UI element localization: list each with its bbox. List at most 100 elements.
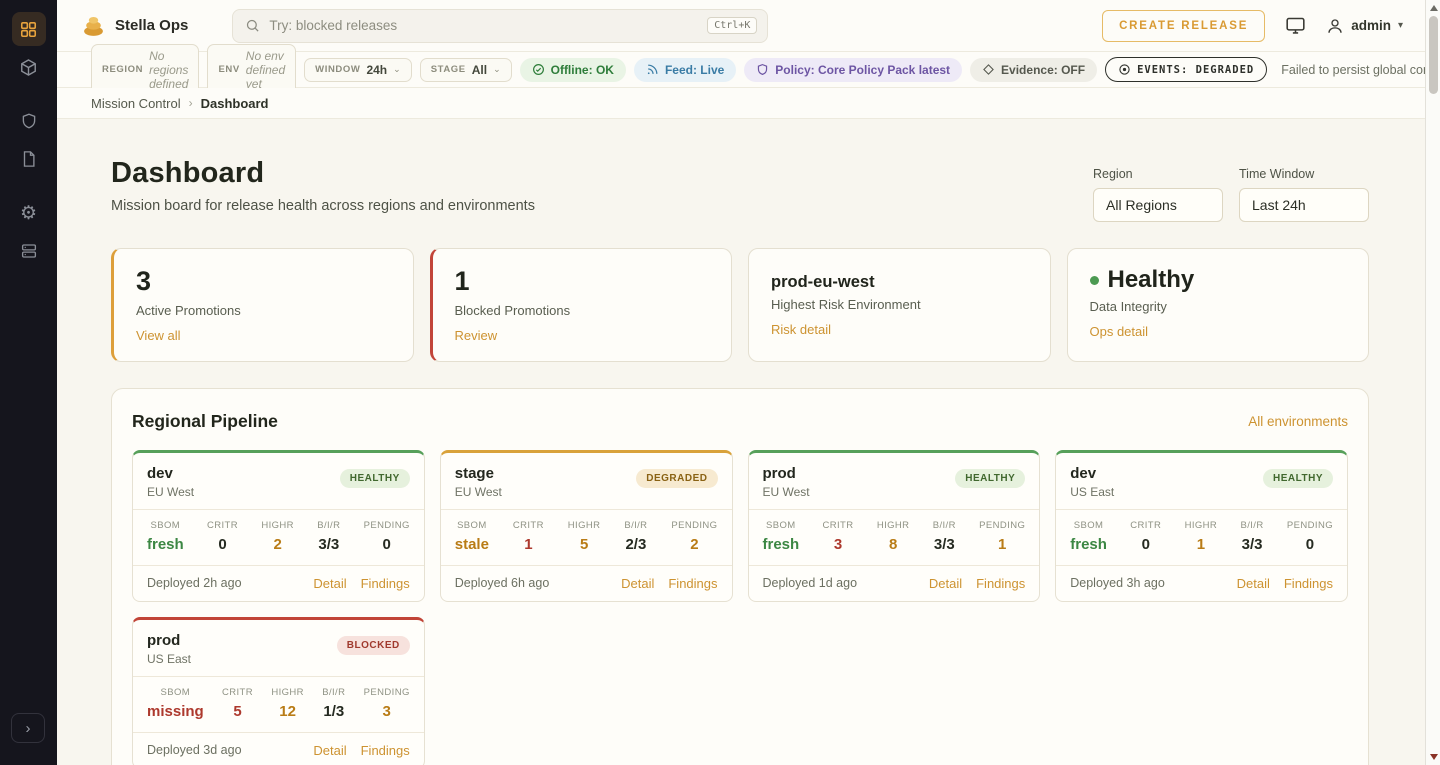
detail-link[interactable]: Detail (929, 576, 962, 591)
summary-label: Highest Risk Environment (771, 297, 1028, 312)
risk-detail-link[interactable]: Risk detail (771, 322, 831, 337)
shield-icon (20, 112, 38, 130)
all-environments-link[interactable]: All environments (1248, 414, 1348, 429)
events-status-chip[interactable]: EVENTS: DEGRADED (1105, 57, 1267, 82)
sidebar-item-infrastructure[interactable] (12, 234, 46, 268)
chevron-down-icon: ▾ (1398, 20, 1403, 31)
env-chip-label: ENV (218, 64, 239, 75)
sidebar-expand-button[interactable]: › (11, 713, 45, 743)
env-card-dev-eu-west: dev EU West HEALTHY SBOMfresh CRITR0 HIG… (132, 450, 425, 602)
detail-link[interactable]: Detail (313, 743, 346, 758)
metric-value-bir: 3/3 (1242, 536, 1263, 553)
chevron-right-icon: › (26, 720, 31, 737)
metric-label: HIGHR (271, 687, 304, 698)
summary-label: Active Promotions (136, 303, 391, 318)
time-window-select[interactable]: Last 24h (1239, 188, 1369, 222)
deployed-ago: Deployed 3d ago (147, 743, 242, 757)
findings-link[interactable]: Findings (976, 576, 1025, 591)
metric-label: PENDING (979, 520, 1025, 531)
scroll-up-arrow-icon[interactable] (1430, 5, 1438, 11)
metric-value-highr: 2 (273, 536, 281, 553)
document-icon (20, 150, 38, 168)
deployed-ago: Deployed 6h ago (455, 576, 550, 590)
sidebar-item-dashboard[interactable] (12, 12, 46, 46)
ops-detail-link[interactable]: Ops detail (1090, 324, 1149, 339)
view-all-link[interactable]: View all (136, 328, 181, 343)
review-link[interactable]: Review (455, 328, 498, 343)
sidebar-item-releases[interactable] (12, 50, 46, 84)
summary-value: prod-eu-west (771, 267, 1028, 291)
context-warning-text: Failed to persist global context prefere… (1281, 63, 1440, 77)
sidebar-item-security[interactable] (12, 104, 46, 138)
summary-value: 3 (136, 267, 391, 297)
breadcrumb-current: Dashboard (201, 96, 269, 111)
metric-value-critr: 0 (1142, 536, 1150, 553)
sidebar-item-settings[interactable]: ⚙ (12, 196, 46, 230)
env-card-prod-us-east: prod US East BLOCKED SBOMmissing CRITR5 … (132, 617, 425, 765)
evidence-status-chip[interactable]: Evidence: OFF (970, 58, 1097, 82)
scroll-down-arrow-icon[interactable] (1430, 754, 1438, 760)
scrollbar[interactable] (1425, 0, 1440, 765)
hive-logo-icon (81, 13, 106, 38)
stage-filter-chip[interactable]: STAGE All ⌄ (420, 58, 512, 82)
summary-card-data-integrity: Healthy Data Integrity Ops detail (1067, 248, 1370, 362)
metric-value-bir: 3/3 (934, 536, 955, 553)
metric-label: PENDING (364, 520, 410, 531)
metric-label: B/I/R (933, 520, 956, 531)
feed-status-label: Feed: Live (665, 63, 724, 77)
metric-value-highr: 1 (1197, 536, 1205, 553)
metric-label: PENDING (364, 687, 410, 698)
search-input[interactable] (269, 18, 698, 33)
window-filter-chip[interactable]: WINDOW 24h ⌄ (304, 58, 412, 82)
env-region: EU West (763, 485, 810, 499)
sidebar-item-documents[interactable] (12, 142, 46, 176)
region-chip-value: No regions defined (149, 49, 188, 91)
metric-value-highr: 5 (580, 536, 588, 553)
feed-status-chip[interactable]: Feed: Live (634, 58, 736, 82)
region-chip-label: REGION (102, 64, 143, 75)
metric-label: SBOM (161, 687, 191, 698)
findings-link[interactable]: Findings (361, 743, 410, 758)
search-box[interactable]: Ctrl+K (232, 9, 768, 43)
summary-value: 1 (455, 267, 710, 297)
metric-value-sbom: fresh (1070, 536, 1107, 553)
chevron-down-icon: ⌄ (493, 64, 501, 75)
env-name: prod (763, 465, 810, 482)
findings-link[interactable]: Findings (361, 576, 410, 591)
gear-icon: ⚙ (20, 202, 37, 225)
offline-status-chip[interactable]: Offline: OK (520, 58, 626, 82)
deployed-ago: Deployed 2h ago (147, 576, 242, 590)
detail-link[interactable]: Detail (313, 576, 346, 591)
region-select[interactable]: All Regions (1093, 188, 1223, 222)
detail-link[interactable]: Detail (621, 576, 654, 591)
top-bar-right: CREATE RELEASE admin ▾ (1102, 10, 1403, 42)
env-card-prod-eu-west: prod EU West HEALTHY SBOMfresh CRITR3 HI… (748, 450, 1041, 602)
env-chip-value: No env defined yet (246, 49, 285, 91)
diamond-icon (982, 63, 995, 76)
metric-value-critr: 3 (834, 536, 842, 553)
evidence-status-label: Evidence: OFF (1001, 63, 1085, 77)
grid-icon (19, 20, 38, 39)
breadcrumb-root[interactable]: Mission Control (91, 96, 181, 111)
policy-status-chip[interactable]: Policy: Core Policy Pack latest (744, 58, 962, 82)
deployed-ago: Deployed 3h ago (1070, 576, 1165, 590)
metric-value-pending: 0 (383, 536, 391, 553)
scrollbar-thumb[interactable] (1429, 16, 1438, 94)
window-chip-label: WINDOW (315, 64, 360, 75)
metric-value-critr: 0 (218, 536, 226, 553)
findings-link[interactable]: Findings (1284, 576, 1333, 591)
findings-link[interactable]: Findings (668, 576, 717, 591)
monitor-icon (1285, 15, 1306, 36)
user-name: admin (1351, 18, 1391, 33)
regional-pipeline-panel: Regional Pipeline All environments dev E… (111, 388, 1369, 765)
env-region: EU West (147, 485, 194, 499)
create-release-button[interactable]: CREATE RELEASE (1102, 10, 1265, 42)
page-title: Dashboard (111, 157, 535, 190)
package-icon (19, 58, 38, 77)
metric-label: HIGHR (877, 520, 910, 531)
display-mode-button[interactable] (1285, 15, 1306, 36)
user-menu[interactable]: admin ▾ (1326, 17, 1403, 35)
page-filters: Region All Regions Time Window Last 24h (1093, 167, 1369, 222)
detail-link[interactable]: Detail (1237, 576, 1270, 591)
metric-label: CRITR (513, 520, 544, 531)
